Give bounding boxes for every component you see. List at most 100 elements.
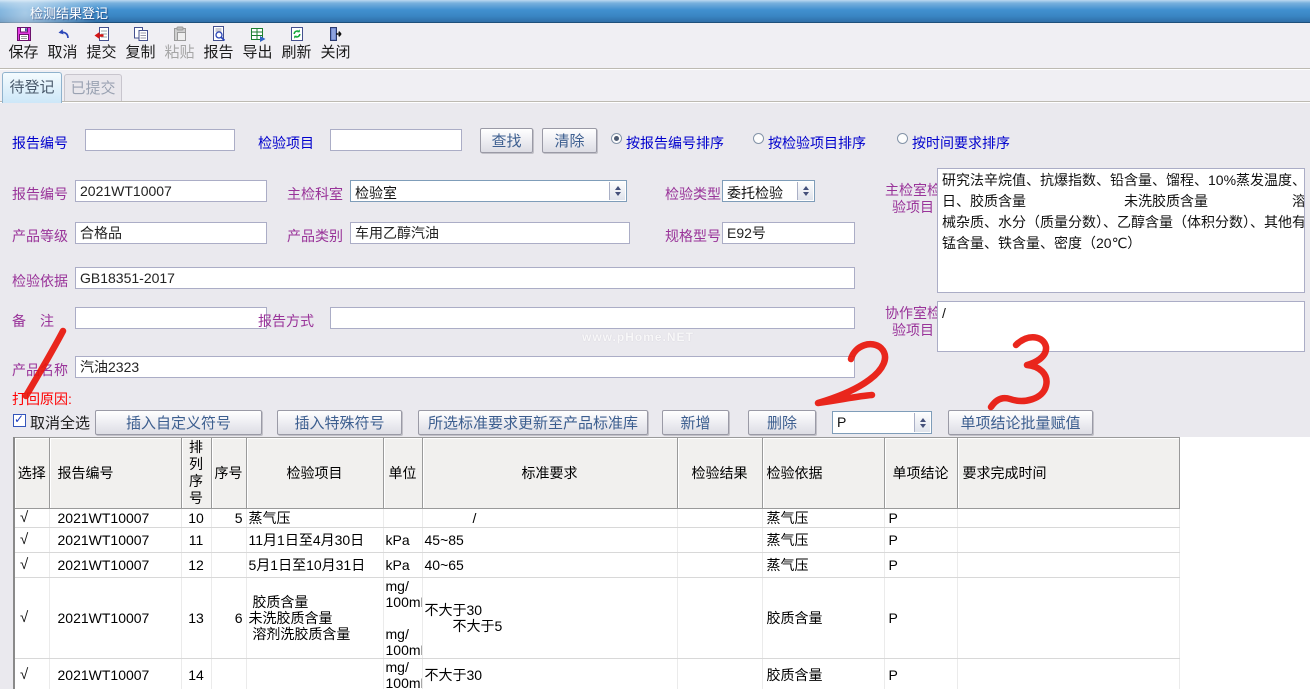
cell-requirement[interactable]: 45~85 — [422, 528, 677, 553]
add-row-button[interactable]: 新增 — [662, 410, 729, 435]
cell-basis[interactable]: 蒸气压 — [762, 509, 884, 528]
cell-seq-no[interactable]: 5 — [211, 509, 246, 528]
main-items-textarea[interactable]: 研究法辛烷值、抗爆指数、铅含量、馏程、10%蒸发温度、50%蒸 日、胶质含量 未… — [937, 168, 1305, 293]
tab-pending[interactable]: 待登记 — [2, 72, 62, 103]
report-button[interactable]: 报告 — [199, 23, 238, 66]
cell-due-time[interactable] — [957, 578, 1179, 659]
cell-result[interactable] — [677, 528, 762, 553]
find-button[interactable]: 查找 — [480, 128, 533, 153]
cell-unit[interactable]: kPa — [383, 528, 422, 553]
col-header-basis[interactable]: 检验依据 — [762, 438, 884, 509]
refresh-button[interactable]: 刷新 — [277, 23, 316, 66]
cell-conclusion[interactable]: P — [884, 509, 957, 528]
cell-report-no[interactable]: 2021WT10007 — [49, 659, 181, 689]
row-check-mark[interactable]: √ — [14, 528, 49, 553]
cell-basis[interactable]: 胶质含量 — [762, 659, 884, 689]
cell-seq-no[interactable]: 6 — [211, 578, 246, 659]
cell-basis[interactable]: 胶质含量 — [762, 578, 884, 659]
col-header-seq-no[interactable]: 序号 — [211, 438, 246, 509]
report-mode-input[interactable] — [330, 307, 855, 329]
cell-requirement[interactable]: 40~65 — [422, 553, 677, 578]
sort-by-time-radio[interactable] — [897, 133, 908, 144]
cell-result[interactable] — [677, 578, 762, 659]
basis-input[interactable] — [75, 267, 855, 289]
cell-item[interactable]: 胶质含量 未洗胶质含量 溶剂洗胶质含量 — [246, 578, 383, 659]
cell-report-no[interactable]: 2021WT10007 — [49, 509, 181, 528]
update-standard-button[interactable]: 所选标准要求更新至产品标准库 — [418, 410, 648, 435]
row-check-mark[interactable]: √ — [14, 578, 49, 659]
cell-conclusion[interactable]: P — [884, 528, 957, 553]
cell-conclusion[interactable]: P — [884, 578, 957, 659]
cancel-button[interactable]: 取消 — [43, 23, 82, 66]
col-header-order-no[interactable]: 排列序号 — [181, 438, 211, 509]
col-header-requirement[interactable]: 标准要求 — [422, 438, 677, 509]
grade-input[interactable] — [75, 222, 267, 244]
category-input[interactable] — [350, 222, 630, 244]
cell-due-time[interactable] — [957, 509, 1179, 528]
cell-result[interactable] — [677, 659, 762, 689]
submit-button[interactable]: 提交 — [82, 23, 121, 66]
cell-seq-no[interactable] — [211, 528, 246, 553]
cell-requirement[interactable]: 不大于30 — [422, 659, 677, 689]
cell-order-no[interactable]: 13 — [181, 578, 211, 659]
sort-by-item-radio[interactable] — [753, 133, 764, 144]
test-type-combobox[interactable]: 委托检验 — [722, 180, 815, 202]
report-no-input[interactable] — [75, 180, 267, 202]
col-header-select[interactable]: 选择 — [14, 438, 49, 509]
cell-item[interactable]: 5月1日至10月31日 — [246, 553, 383, 578]
cell-unit[interactable]: mg/ 100mL — [383, 659, 422, 689]
clear-button[interactable]: 清除 — [542, 128, 597, 153]
cell-unit[interactable]: mg/ 100mL mg/ 100mL — [383, 578, 422, 659]
cell-conclusion[interactable]: P — [884, 553, 957, 578]
insert-special-symbol-button[interactable]: 插入特殊符号 — [277, 410, 402, 435]
row-check-mark[interactable]: √ — [14, 509, 49, 528]
insert-custom-symbol-button[interactable]: 插入自定义符号 — [95, 410, 262, 435]
cell-basis[interactable]: 蒸气压 — [762, 528, 884, 553]
uncheck-all-checkbox[interactable]: ✓ — [13, 414, 26, 427]
search-report-no-input[interactable] — [85, 129, 235, 151]
cell-order-no[interactable]: 11 — [181, 528, 211, 553]
cell-order-no[interactable]: 14 — [181, 659, 211, 689]
col-header-result[interactable]: 检验结果 — [677, 438, 762, 509]
cell-unit[interactable] — [383, 509, 422, 528]
cell-item[interactable]: 11月1日至4月30日 — [246, 528, 383, 553]
cell-conclusion[interactable]: P — [884, 659, 957, 689]
cell-seq-no[interactable] — [211, 553, 246, 578]
combo-spinner-icon[interactable] — [609, 182, 625, 200]
combo-spinner-icon[interactable] — [914, 413, 930, 432]
cell-item[interactable] — [246, 659, 383, 689]
cell-basis[interactable]: 蒸气压 — [762, 553, 884, 578]
cell-result[interactable] — [677, 553, 762, 578]
cell-due-time[interactable] — [957, 528, 1179, 553]
row-check-mark[interactable]: √ — [14, 659, 49, 689]
export-button[interactable]: 导出 — [238, 23, 277, 66]
col-header-unit[interactable]: 单位 — [383, 438, 422, 509]
cell-requirement[interactable]: / — [422, 509, 677, 528]
cell-report-no[interactable]: 2021WT10007 — [49, 528, 181, 553]
delete-row-button[interactable]: 删除 — [748, 410, 816, 435]
product-name-input[interactable] — [75, 356, 855, 378]
cell-due-time[interactable] — [957, 553, 1179, 578]
cell-due-time[interactable] — [957, 659, 1179, 689]
cell-report-no[interactable]: 2021WT10007 — [49, 578, 181, 659]
col-header-item[interactable]: 检验项目 — [246, 438, 383, 509]
cell-result[interactable] — [677, 509, 762, 528]
col-header-conclusion[interactable]: 单项结论 — [884, 438, 957, 509]
save-button[interactable]: 保存 — [4, 23, 43, 66]
col-header-due-time[interactable]: 要求完成时间 — [957, 438, 1179, 509]
remark-input[interactable] — [75, 307, 267, 329]
search-item-input[interactable] — [330, 129, 462, 151]
cell-order-no[interactable]: 12 — [181, 553, 211, 578]
copy-button[interactable]: 复制 — [121, 23, 160, 66]
combo-spinner-icon[interactable] — [797, 182, 813, 200]
tab-submitted[interactable]: 已提交 — [64, 74, 122, 103]
row-check-mark[interactable]: √ — [14, 553, 49, 578]
cell-seq-no[interactable] — [211, 659, 246, 689]
cell-order-no[interactable]: 10 — [181, 509, 211, 528]
cell-unit[interactable]: kPa — [383, 553, 422, 578]
spec-input[interactable] — [722, 222, 855, 244]
coop-items-textarea[interactable]: / — [937, 301, 1305, 352]
cell-report-no[interactable]: 2021WT10007 — [49, 553, 181, 578]
close-button[interactable]: 关闭 — [316, 23, 355, 66]
sort-by-report-no-radio[interactable] — [611, 133, 622, 144]
